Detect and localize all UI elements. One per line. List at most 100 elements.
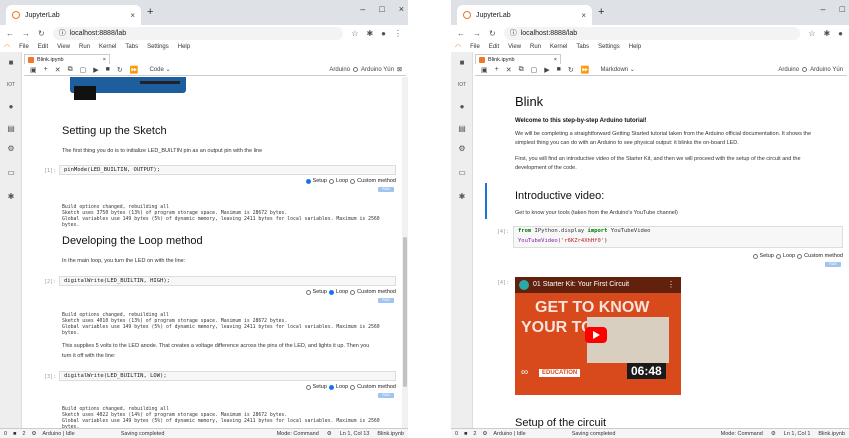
radio-loop-2[interactable] xyxy=(328,289,334,295)
restart-icon[interactable]: ↻ xyxy=(568,66,574,74)
minimize-button[interactable]: – xyxy=(821,4,826,14)
browser-tab[interactable]: JupyterLab × xyxy=(6,5,141,25)
profile-icon[interactable]: ● xyxy=(381,29,386,38)
cell-3-code[interactable]: digitalWrite(LED_BUILTIN, LOW); xyxy=(59,371,396,381)
maximize-button[interactable]: □ xyxy=(840,4,845,14)
cell-type-select[interactable]: Markdown ⌄ xyxy=(600,66,634,73)
profile-icon[interactable]: ● xyxy=(838,29,843,38)
menu-run[interactable]: Run xyxy=(530,44,541,50)
save-icon[interactable]: ▣ xyxy=(30,66,37,74)
status-kernel[interactable]: Arduino | Idle xyxy=(42,431,74,437)
kernel-indicator[interactable]: Arduino Arduino Yún ⊠ xyxy=(329,66,406,74)
cell-2-code[interactable]: digitalWrite(LED_BUILTIN, HIGH); xyxy=(59,276,396,286)
commands-icon[interactable]: ▤ xyxy=(456,124,468,134)
browser-tab[interactable]: JupyterLab × xyxy=(457,5,592,25)
extension-manager-icon[interactable]: ✱ xyxy=(5,192,17,202)
more-icon[interactable]: ⋮ xyxy=(394,29,402,38)
notebook-tab[interactable]: Blink.ipynb × xyxy=(24,54,110,64)
running-icon[interactable]: ● xyxy=(456,102,468,112)
tabs-icon[interactable]: ▭ xyxy=(456,168,468,178)
url-input[interactable]: ⓘ localhost:8888/lab xyxy=(503,26,801,40)
menu-view[interactable]: View xyxy=(508,44,521,50)
radio-setup-1[interactable] xyxy=(305,178,311,184)
restart-icon[interactable]: ↻ xyxy=(117,66,123,74)
status-position[interactable]: Ln 1, Col 1 xyxy=(784,431,811,437)
cell-1-code[interactable]: pinMode(LED_BUILTIN, OUTPUT); xyxy=(59,165,396,175)
new-tab-button[interactable]: + xyxy=(147,6,153,18)
stop-icon[interactable]: ■ xyxy=(106,66,110,73)
run-icon[interactable]: ▶ xyxy=(93,66,98,74)
cut-icon[interactable]: ✕ xyxy=(506,66,512,74)
scrollbar-thumb[interactable] xyxy=(403,237,407,387)
fast-forward-icon[interactable]: ⏩ xyxy=(130,66,139,74)
copy-icon[interactable]: ⧉ xyxy=(519,66,524,74)
radio-custom-3[interactable] xyxy=(350,384,356,390)
back-icon[interactable]: ← xyxy=(6,29,14,38)
cell-type-select[interactable]: Code ⌄ xyxy=(149,66,170,73)
cut-icon[interactable]: ✕ xyxy=(55,66,61,74)
paste-icon[interactable]: ▢ xyxy=(531,66,538,74)
new-tab-button[interactable]: + xyxy=(598,6,604,18)
sidebar-iot[interactable]: IOT xyxy=(5,80,17,90)
extension-icon[interactable]: ✱ xyxy=(823,29,830,38)
close-notebook-icon[interactable]: × xyxy=(554,57,557,63)
radio-setup-4[interactable] xyxy=(752,253,758,259)
status-kernel[interactable]: Arduino | Idle xyxy=(493,431,525,437)
tabs-icon[interactable]: ▭ xyxy=(5,168,17,178)
url-input[interactable]: ⓘ localhost:8888/lab xyxy=(52,26,344,40)
radio-loop-3[interactable] xyxy=(328,384,334,390)
notebook-tab[interactable]: Blink.ipynb × xyxy=(475,54,561,64)
back-icon[interactable]: ← xyxy=(457,29,465,38)
kernel-indicator[interactable]: Arduino Arduino Yún xyxy=(778,67,847,73)
insert-cell-icon[interactable]: + xyxy=(495,66,499,73)
menu-help[interactable]: Help xyxy=(629,44,641,50)
copy-icon[interactable]: ⧉ xyxy=(68,66,73,74)
insert-cell-icon[interactable]: + xyxy=(44,66,48,73)
menu-kernel[interactable]: Kernel xyxy=(550,44,567,50)
stop-icon[interactable]: ■ xyxy=(557,66,561,73)
sidebar-iot[interactable]: IOT xyxy=(456,80,468,90)
menu-tabs[interactable]: Tabs xyxy=(576,44,589,50)
play-button[interactable] xyxy=(585,327,607,343)
minimize-button[interactable]: – xyxy=(360,4,365,14)
youtube-video-player[interactable]: 01 Starter Kit: Your First Circuit ⋮ GET… xyxy=(515,277,681,395)
radio-setup-2[interactable] xyxy=(305,289,311,295)
radio-custom-2[interactable] xyxy=(350,289,356,295)
maximize-button[interactable]: □ xyxy=(379,4,384,14)
property-icon[interactable]: ⚙ xyxy=(456,144,468,154)
extension-icon[interactable]: ✱ xyxy=(366,29,373,38)
forward-icon[interactable]: → xyxy=(473,29,481,38)
close-tab-icon[interactable]: × xyxy=(130,11,135,20)
menu-help[interactable]: Help xyxy=(178,44,190,50)
property-icon[interactable]: ⚙ xyxy=(5,144,17,154)
run-button-1[interactable]: RUN xyxy=(378,187,394,192)
menu-run[interactable]: Run xyxy=(79,44,90,50)
menu-kernel[interactable]: Kernel xyxy=(99,44,116,50)
status-position[interactable]: Ln 1, Col 13 xyxy=(340,431,370,437)
save-icon[interactable]: ▣ xyxy=(481,66,488,74)
radio-custom-1[interactable] xyxy=(350,178,356,184)
commands-icon[interactable]: ▤ xyxy=(5,124,17,134)
menu-tabs[interactable]: Tabs xyxy=(125,44,138,50)
radio-setup-3[interactable] xyxy=(305,384,311,390)
menu-file[interactable]: File xyxy=(19,44,29,50)
menu-edit[interactable]: Edit xyxy=(489,44,499,50)
folder-icon[interactable]: ■ xyxy=(5,58,17,68)
star-icon[interactable]: ☆ xyxy=(351,29,358,38)
menu-edit[interactable]: Edit xyxy=(38,44,48,50)
scrollbar[interactable] xyxy=(402,77,408,428)
forward-icon[interactable]: → xyxy=(22,29,30,38)
video-more-icon[interactable]: ⋮ xyxy=(667,280,675,289)
star-icon[interactable]: ☆ xyxy=(808,29,815,38)
menu-file[interactable]: File xyxy=(470,44,480,50)
paste-icon[interactable]: ▢ xyxy=(80,66,87,74)
menu-view[interactable]: View xyxy=(57,44,70,50)
close-notebook-icon[interactable]: × xyxy=(103,57,106,63)
menu-settings[interactable]: Settings xyxy=(598,44,620,50)
radio-loop-4[interactable] xyxy=(775,253,781,259)
radio-loop-1[interactable] xyxy=(328,178,334,184)
extension-manager-icon[interactable]: ✱ xyxy=(456,192,468,202)
menu-settings[interactable]: Settings xyxy=(147,44,169,50)
close-window-button[interactable]: × xyxy=(399,4,404,14)
run-button-4[interactable]: RUN xyxy=(825,262,841,267)
